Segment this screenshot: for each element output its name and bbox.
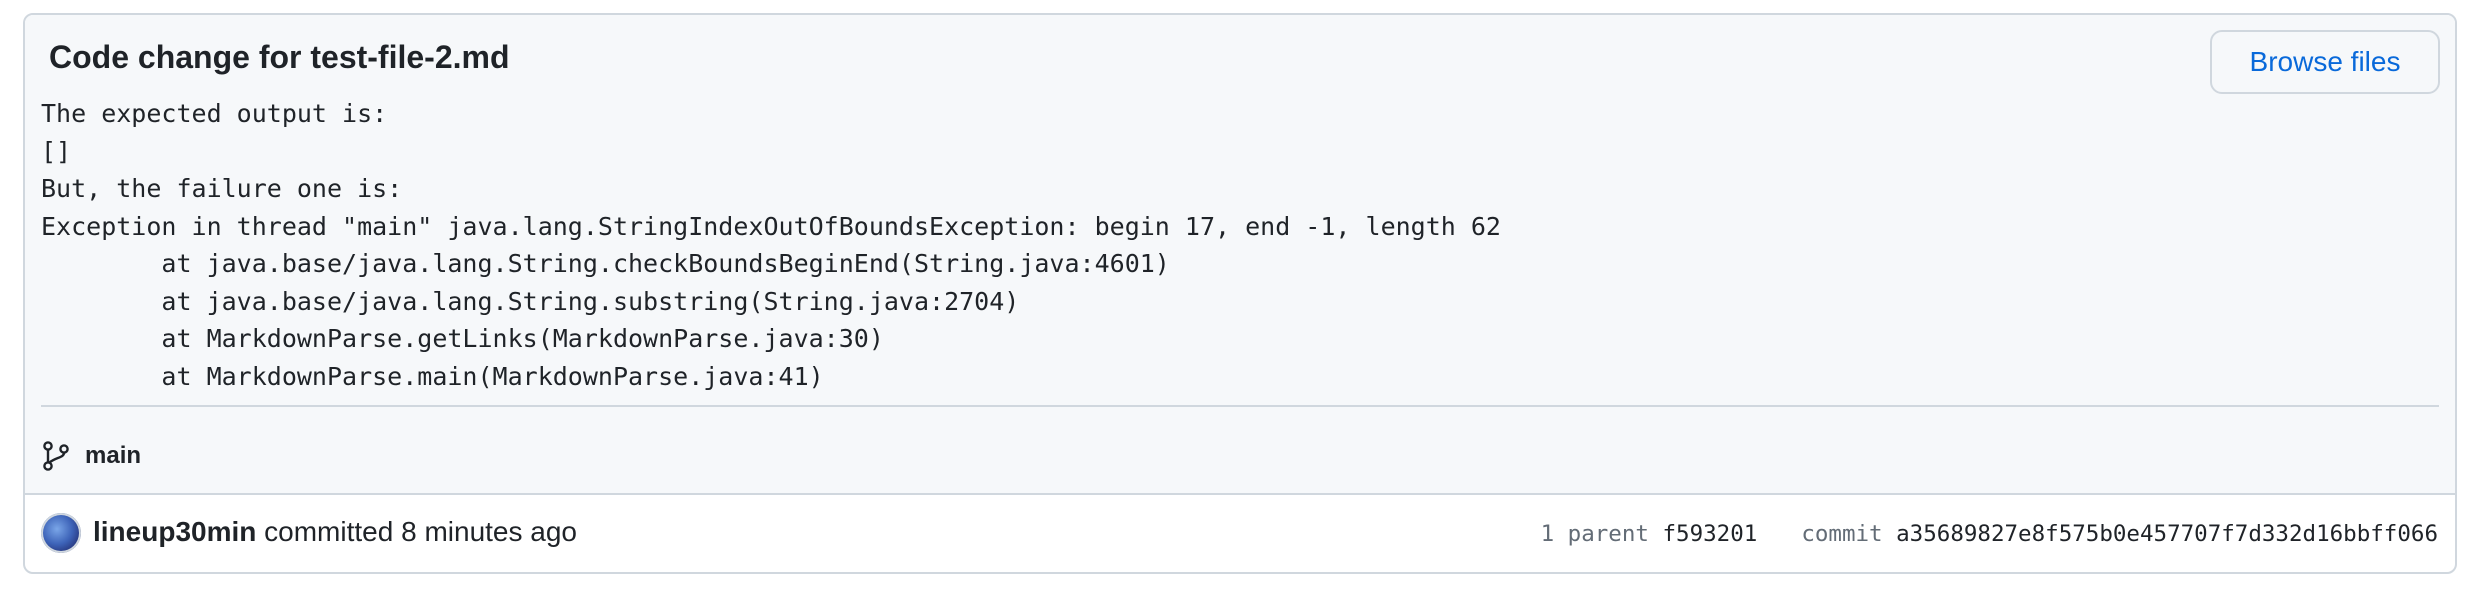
commit-description: The expected output is: [] But, the fail… — [41, 99, 1501, 391]
avatar[interactable] — [41, 513, 81, 553]
parent-label: 1 parent — [1540, 521, 1649, 547]
parent-info: 1 parent f593201 commit a35689827e8f575b0… — [1541, 518, 2438, 550]
parent-sha-link[interactable]: f593201 — [1662, 521, 1757, 547]
branch-link[interactable]: main — [41, 438, 141, 474]
relative-time: 8 minutes ago — [401, 516, 577, 547]
divider — [41, 405, 2439, 407]
branch-name: main — [85, 442, 142, 469]
committed-label: committed — [264, 516, 394, 547]
commit-title: Code change for test-file-2.md — [49, 39, 510, 75]
commit-header: Code change for test-file-2.md Browse fi… — [25, 15, 2455, 495]
commit-box: Code change for test-file-2.md Browse fi… — [23, 13, 2457, 574]
commit-sha[interactable]: a35689827e8f575b0e457707f7d332d16bbff066 — [1896, 521, 2438, 547]
commit-meta: lineup30min committed 8 minutes ago 1 pa… — [25, 495, 2455, 572]
browse-files-button[interactable]: Browse files — [2210, 30, 2440, 94]
author-link[interactable]: lineup30min — [93, 516, 256, 547]
commit-label: commit — [1801, 521, 1883, 547]
git-branch-icon — [41, 440, 71, 472]
author-line: lineup30min committed 8 minutes ago — [93, 514, 577, 550]
